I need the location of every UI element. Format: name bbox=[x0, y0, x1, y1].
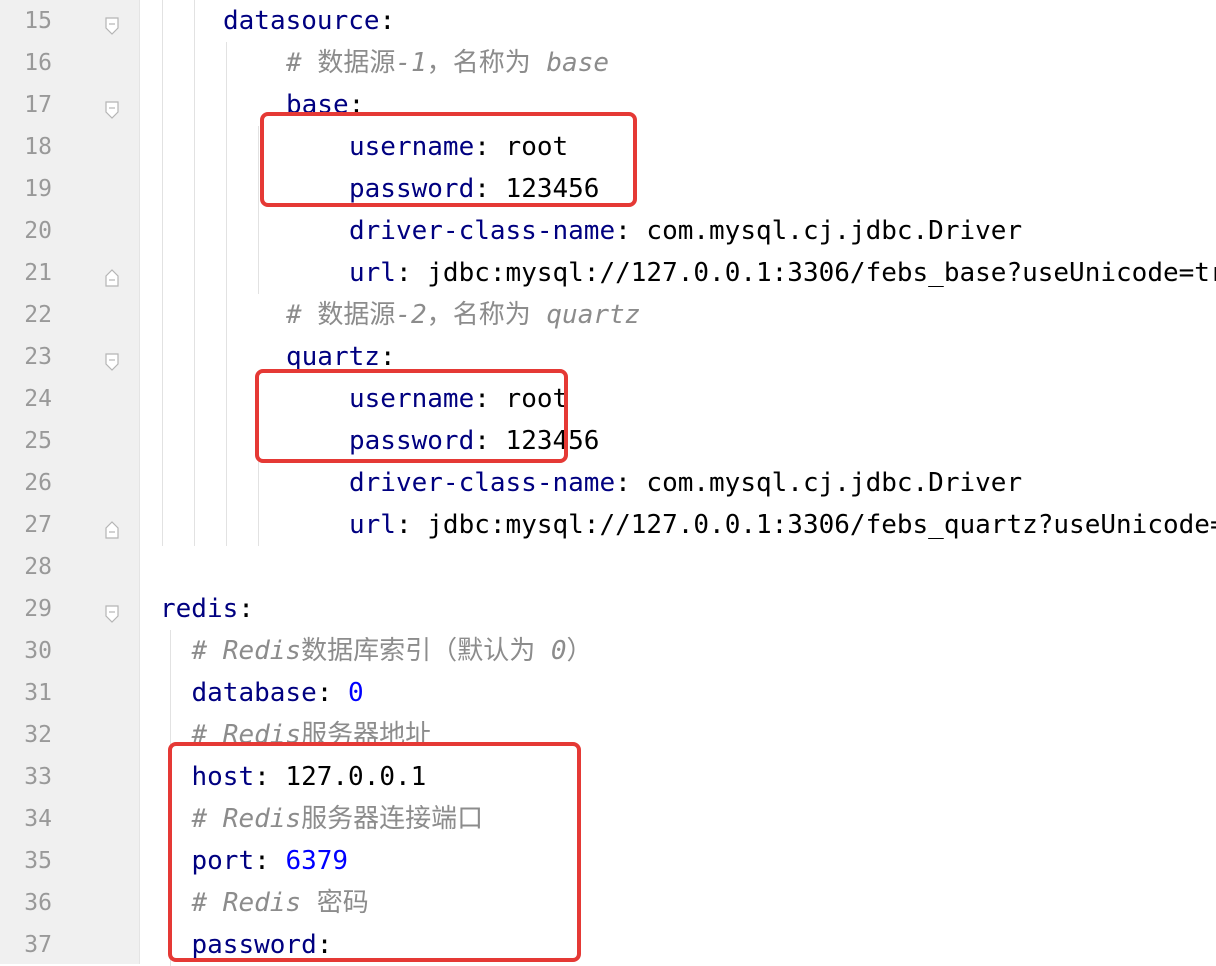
code-line[interactable]: 20 driver-class-name: com.mysql.cj.jdbc.D… bbox=[0, 210, 1216, 252]
code-line[interactable]: 26 driver-class-name: com.mysql.cj.jdbc.D… bbox=[0, 462, 1216, 504]
code-text: url: jdbc:mysql://127.0.0.1:3306/febs_qu… bbox=[349, 504, 1216, 546]
line-number: 18 bbox=[24, 134, 52, 160]
line-number: 27 bbox=[24, 512, 52, 538]
line-number: 15 bbox=[24, 8, 52, 34]
line-number: 16 bbox=[24, 50, 52, 76]
yaml-value: : com.mysql.cj.jdbc.Driver bbox=[615, 468, 1023, 498]
yaml-key: driver-class-name bbox=[349, 216, 616, 246]
code-text: # 数据源-1，名称为 base bbox=[286, 42, 609, 84]
line-number: 33 bbox=[24, 764, 52, 790]
highlight-redis-connection bbox=[168, 742, 581, 962]
line-number: 29 bbox=[24, 596, 52, 622]
code-line[interactable]: 24 username: root bbox=[0, 378, 1216, 420]
highlight-quartz-credentials bbox=[255, 369, 568, 463]
fold-collapse-icon[interactable] bbox=[104, 346, 120, 371]
fold-collapse-icon[interactable] bbox=[104, 598, 120, 623]
fold-end-icon[interactable] bbox=[104, 262, 120, 287]
line-number: 25 bbox=[24, 428, 52, 454]
highlight-base-credentials bbox=[260, 112, 637, 207]
line-number: 20 bbox=[24, 218, 52, 244]
line-number: 21 bbox=[24, 260, 52, 286]
line-number: 26 bbox=[24, 470, 52, 496]
yaml-key: url bbox=[349, 510, 396, 540]
line-number: 28 bbox=[24, 554, 52, 580]
code-line[interactable]: 31 database: 0 bbox=[0, 672, 1216, 714]
yaml-number: 0 bbox=[348, 678, 364, 708]
code-text: redis: bbox=[160, 588, 254, 630]
line-number: 37 bbox=[24, 932, 52, 958]
code-line[interactable]: 28 bbox=[0, 546, 1216, 588]
yaml-key: database bbox=[191, 678, 317, 708]
yaml-key: url bbox=[349, 258, 396, 288]
yaml-value: : com.mysql.cj.jdbc.Driver bbox=[615, 216, 1023, 246]
code-line[interactable]: 23 quartz: bbox=[0, 336, 1216, 378]
line-number: 34 bbox=[24, 806, 52, 832]
code-text: datasource: bbox=[223, 0, 395, 42]
code-line[interactable]: 27 url: jdbc:mysql://127.0.0.1:3306/febs_… bbox=[0, 504, 1216, 546]
yaml-comment: # 数据源-1，名称为 base bbox=[286, 48, 610, 78]
line-number: 30 bbox=[24, 638, 52, 664]
yaml-value: : bbox=[379, 342, 396, 372]
line-number: 19 bbox=[24, 176, 52, 202]
line-number: 32 bbox=[24, 722, 52, 748]
line-number: 35 bbox=[24, 848, 52, 874]
line-number: 36 bbox=[24, 890, 52, 916]
yaml-comment: # 数据源-2，名称为 quartz bbox=[286, 300, 641, 330]
code-line[interactable]: 25 password: 123456 bbox=[0, 420, 1216, 462]
line-number: 31 bbox=[24, 680, 52, 706]
yaml-comment: # Redis数据库索引（默认为 0） bbox=[191, 636, 593, 666]
code-text: driver-class-name: com.mysql.cj.jdbc.Dri… bbox=[349, 210, 1022, 252]
yaml-value: : bbox=[379, 6, 396, 36]
code-text: database: 0 bbox=[192, 672, 364, 714]
code-text: driver-class-name: com.mysql.cj.jdbc.Dri… bbox=[349, 462, 1022, 504]
code-line[interactable]: 22 # 数据源-2，名称为 quartz bbox=[0, 294, 1216, 336]
code-line[interactable]: 16 # 数据源-1，名称为 base bbox=[0, 42, 1216, 84]
code-line[interactable]: 30 # Redis数据库索引（默认为 0） bbox=[0, 630, 1216, 672]
code-line[interactable]: 29 redis: bbox=[0, 588, 1216, 630]
code-line[interactable]: 21 url: jdbc:mysql://127.0.0.1:3306/febs_… bbox=[0, 252, 1216, 294]
yaml-key: redis bbox=[160, 594, 239, 624]
yaml-value: : jdbc:mysql://127.0.0.1:3306/febs_quart… bbox=[395, 510, 1216, 540]
code-line[interactable]: 15 datasource: bbox=[0, 0, 1216, 42]
yaml-value: : jdbc:mysql://127.0.0.1:3306/febs_base?… bbox=[395, 258, 1216, 288]
yaml-value: : bbox=[316, 678, 349, 708]
yaml-key: datasource bbox=[223, 6, 380, 36]
yaml-key: driver-class-name bbox=[349, 468, 616, 498]
line-number: 17 bbox=[24, 92, 52, 118]
code-text: # 数据源-2，名称为 quartz bbox=[286, 294, 640, 336]
fold-end-icon[interactable] bbox=[104, 514, 120, 539]
yaml-key: quartz bbox=[286, 342, 380, 372]
line-number: 23 bbox=[24, 344, 52, 370]
fold-collapse-icon[interactable] bbox=[104, 10, 120, 35]
yaml-value: : bbox=[238, 594, 254, 624]
fold-collapse-icon[interactable] bbox=[104, 94, 120, 119]
line-number: 22 bbox=[24, 302, 52, 328]
code-text: url: jdbc:mysql://127.0.0.1:3306/febs_ba… bbox=[349, 252, 1216, 294]
code-text: # Redis数据库索引（默认为 0） bbox=[192, 630, 593, 672]
line-number: 24 bbox=[24, 386, 52, 412]
